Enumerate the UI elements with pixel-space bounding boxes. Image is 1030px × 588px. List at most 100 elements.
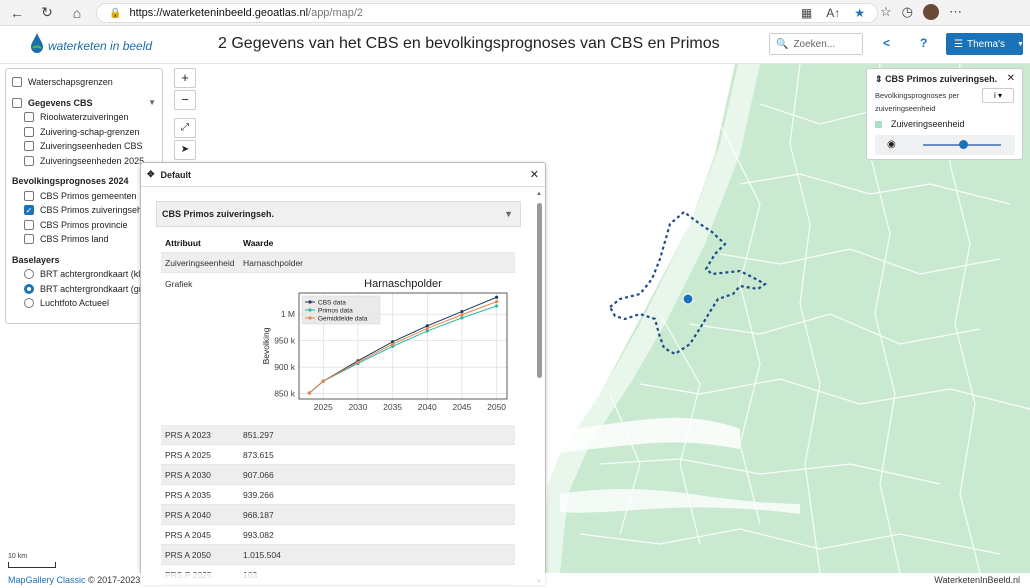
scrollbar[interactable]: ▲ ▼: [535, 191, 543, 585]
more-icon[interactable]: ⋯: [949, 4, 962, 20]
checkbox[interactable]: [12, 97, 22, 108]
lock-icon: 🔒: [109, 7, 122, 19]
row-value: 993.082: [243, 529, 274, 540]
checkbox[interactable]: [24, 141, 34, 152]
checkbox-checked[interactable]: ✓: [24, 205, 34, 216]
group-gegevens-cbs[interactable]: Gegevens CBS ▼: [6, 96, 162, 111]
scale-line: [8, 562, 56, 568]
legend-item: Zuiveringseenheid: [875, 119, 965, 129]
scroll-thumb[interactable]: [537, 203, 542, 378]
locate-button[interactable]: ➤: [174, 140, 196, 160]
checkbox[interactable]: [24, 190, 34, 201]
search-input[interactable]: 🔍 Zoeken...: [769, 33, 863, 55]
checkbox[interactable]: [12, 77, 22, 88]
eye-icon[interactable]: ◉: [887, 139, 896, 150]
table-row: PRS A 2040 968.187: [161, 505, 515, 525]
popup-header[interactable]: ✥ Default: [141, 163, 545, 187]
group-label: Gegevens CBS: [28, 97, 93, 108]
data-point: [460, 316, 464, 320]
x-tick-label: 2050: [487, 402, 506, 412]
reload-icon[interactable]: ↻: [36, 4, 58, 21]
radio[interactable]: [24, 269, 34, 280]
checkbox[interactable]: [24, 112, 34, 123]
themas-button[interactable]: ☰ Thema's ▼: [946, 33, 1024, 55]
attr-value: Harnaschpolder: [243, 257, 304, 268]
layer-cbs-primos-gemeenten[interactable]: CBS Primos gemeenten: [6, 189, 162, 204]
value-table: PRS A 2023 851.297 PRS A 2025 873.615 PRS A …: [161, 425, 515, 585]
layer-label: CBS Primos land: [40, 234, 109, 245]
move-icon[interactable]: ✥: [147, 169, 155, 180]
feature-info-popup: ✥ Default ✕ ▲ ▼ CBS Primos zuiveringseh.…: [140, 162, 546, 586]
mapgallery-link[interactable]: MapGallery Classic: [8, 575, 86, 585]
base-luchtfoto[interactable]: Luchtfoto Actueel: [6, 296, 162, 311]
zoom-out-button[interactable]: −: [174, 90, 196, 110]
themas-label: Thema's: [966, 38, 1006, 50]
back-icon[interactable]: ←: [6, 5, 28, 21]
zoom-in-button[interactable]: +: [174, 68, 196, 88]
layer-rioolwaterzuiveringen[interactable]: Rioolwaterzuiveringen: [6, 110, 162, 125]
read-aloud-icon[interactable]: A↑: [826, 6, 840, 20]
scroll-up-icon[interactable]: ▲: [536, 191, 542, 197]
base-brt-grijs[interactable]: BRT achtergrondkaart (grijs): [6, 282, 162, 297]
checkbox[interactable]: [24, 126, 34, 137]
fullscreen-button[interactable]: ⤢: [174, 118, 196, 138]
x-tick-label: 2045: [452, 402, 471, 412]
url-host: https://waterketeninbeeld.geoatlas.nl: [129, 7, 309, 19]
chevron-down-icon[interactable]: ▼: [148, 98, 156, 107]
scale-label: 10 km: [8, 553, 28, 560]
layer-label: CBS Primos gemeenten: [40, 190, 137, 201]
layer-zuiveringseenheden-cbs[interactable]: Zuiveringseenheden CBS: [6, 139, 162, 154]
legend-swatch: [875, 120, 882, 128]
group-bevolkingsprognoses: Bevolkingsprognoses 2024: [12, 176, 129, 187]
attr-label: Zuiveringseenheid: [165, 257, 235, 268]
radio[interactable]: [24, 298, 34, 309]
history-icon[interactable]: ◷: [902, 4, 913, 20]
chevron-down-icon[interactable]: ▼: [504, 209, 513, 219]
site-credit[interactable]: WaterketenInBeeld.nl: [934, 575, 1020, 585]
copyright: MapGallery Classic © 2017-2023: [8, 575, 140, 585]
slider-handle[interactable]: [959, 140, 968, 149]
legend-label: CBS data: [318, 300, 346, 307]
layer-zuiveringseenheden-2025[interactable]: Zuiveringseenheden 2025: [6, 154, 162, 169]
help-button[interactable]: ?: [920, 36, 927, 50]
section-header[interactable]: CBS Primos zuiveringseh. ▼: [156, 201, 521, 227]
layer-label: Zuiveringseenheden CBS: [40, 141, 143, 152]
popup-title: Default: [160, 169, 192, 180]
share-button[interactable]: <: [883, 36, 890, 50]
row-label: PRS A 2040: [165, 509, 211, 520]
base-brt-kleur[interactable]: BRT achtergrondkaart (kleur): [6, 267, 162, 282]
table-row: Zuiveringseenheid Harnaschpolder: [161, 253, 515, 273]
url-path: /app/map/2: [308, 7, 364, 19]
x-tick-label: 2030: [348, 402, 367, 412]
logo-text: waterketen in beeld: [48, 39, 153, 53]
logo[interactable]: waterketen in beeld: [30, 32, 152, 54]
layer-label: Waterschapsgrenzen: [28, 77, 113, 88]
layer-cbs-primos-zuiveringseh[interactable]: ✓ CBS Primos zuiveringseh.: [6, 203, 162, 218]
layer-cbs-primos-land[interactable]: CBS Primos land: [6, 232, 162, 247]
avatar[interactable]: [923, 4, 939, 20]
row-label: PRS A 2023: [165, 429, 211, 440]
layer-waterschapsgrenzen[interactable]: Waterschapsgrenzen: [6, 75, 162, 90]
close-icon[interactable]: ✕: [1007, 73, 1015, 84]
waterdrop-icon: [31, 33, 43, 53]
grid-icon[interactable]: ▦: [801, 6, 812, 20]
data-point: [356, 360, 360, 364]
info-dropdown[interactable]: i ▾: [982, 88, 1014, 103]
checkbox[interactable]: [24, 155, 34, 166]
row-label: PRS A 2035: [165, 489, 211, 500]
layer-zuiveringschap-grenzen[interactable]: Zuivering-schap-grenzen: [6, 125, 162, 140]
favorites-icon[interactable]: ☆: [880, 4, 892, 20]
footer-bar: [0, 573, 1030, 588]
checkbox[interactable]: [24, 219, 34, 230]
data-point: [460, 313, 464, 317]
checkbox[interactable]: [24, 234, 34, 245]
address-bar[interactable]: 🔒 https://waterketeninbeeld.geoatlas.nl /…: [96, 3, 878, 23]
layer-cbs-primos-provincie[interactable]: CBS Primos provincie: [6, 218, 162, 233]
sort-icon[interactable]: ⇕: [875, 74, 883, 84]
scale-bar: 10 km: [8, 553, 56, 568]
home-icon[interactable]: ⌂: [66, 5, 88, 21]
radio-checked[interactable]: [24, 283, 34, 294]
close-icon[interactable]: ✕: [530, 168, 539, 181]
star-icon[interactable]: ★: [854, 6, 865, 20]
search-icon: 🔍: [776, 38, 789, 50]
